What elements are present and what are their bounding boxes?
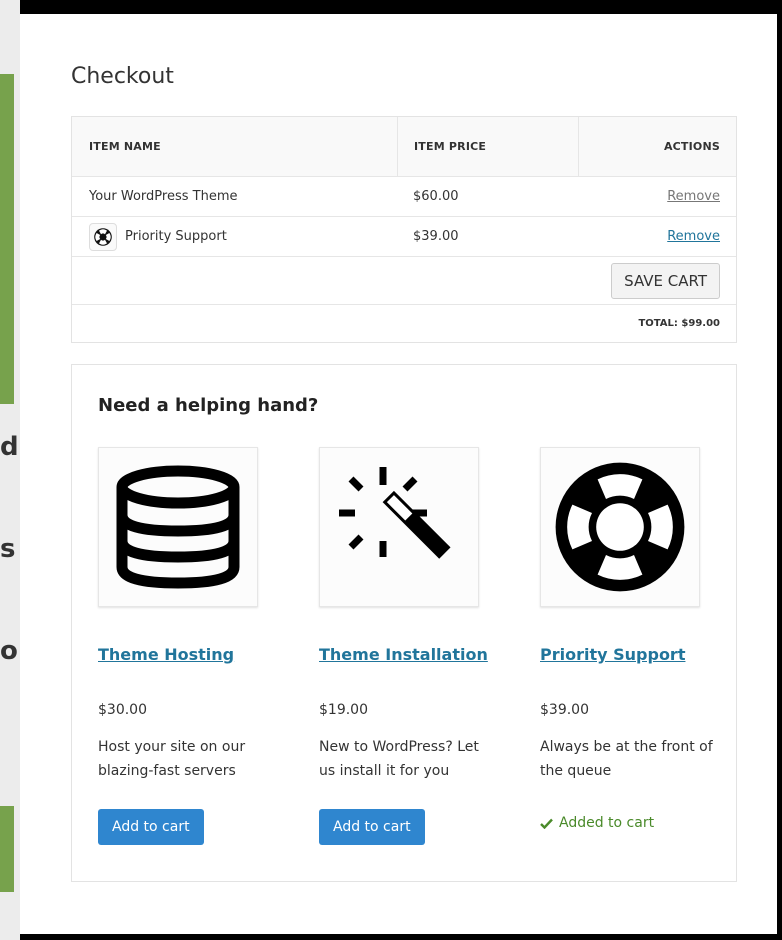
product-price: $30.00 — [98, 702, 147, 718]
background-page: d s o — [0, 0, 20, 940]
column-header-item-name: ITEM NAME — [89, 140, 161, 153]
added-to-cart-label: Added to cart — [559, 815, 655, 831]
table-row: Your WordPress Theme $60.00 Remove — [72, 177, 736, 217]
background-text: d — [0, 432, 19, 462]
product-name-link[interactable]: Theme Hosting — [98, 645, 234, 664]
magic-wand-icon — [339, 467, 451, 559]
add-to-cart-button[interactable]: Add to cart — [319, 809, 425, 845]
product-image[interactable] — [319, 447, 479, 607]
background-text: o — [0, 636, 18, 666]
page-title: Checkout — [71, 64, 174, 89]
add-to-cart-button[interactable]: Add to cart — [98, 809, 204, 845]
remove-link[interactable]: Remove — [667, 189, 720, 204]
added-to-cart-status: Added to cart — [540, 815, 654, 831]
upsell-panel: Need a helping hand? Theme Hosting $30.0… — [71, 364, 737, 882]
product-card: Theme Installation $19.00 New to WordPre… — [319, 447, 499, 845]
item-price: $39.00 — [413, 229, 459, 244]
checkout-modal: Checkout ITEM NAME ITEM PRICE ACTIONS Yo… — [20, 14, 777, 934]
item-name: Priority Support — [125, 229, 227, 244]
background-banner — [0, 74, 14, 404]
lifebuoy-icon — [555, 462, 685, 592]
item-name: Your WordPress Theme — [89, 189, 238, 204]
checkmark-icon — [540, 818, 553, 829]
product-image[interactable] — [540, 447, 700, 607]
product-card: Theme Hosting $30.00 Host your site on o… — [98, 447, 278, 845]
column-header-actions: ACTIONS — [663, 140, 720, 153]
product-name-link[interactable]: Priority Support — [540, 645, 685, 664]
product-card: Priority Support $39.00 Always be at the… — [540, 447, 720, 831]
cart-total: TOTAL: $99.00 — [638, 318, 720, 329]
product-price: $19.00 — [319, 702, 368, 718]
product-price: $39.00 — [540, 702, 589, 718]
table-row: Priority Support $39.00 Remove — [72, 217, 736, 257]
lifebuoy-icon — [89, 222, 117, 251]
background-banner — [0, 806, 14, 892]
product-name-link[interactable]: Theme Installation — [319, 645, 488, 664]
upsell-title: Need a helping hand? — [98, 395, 319, 416]
product-image[interactable] — [98, 447, 258, 607]
column-header-item-price: ITEM PRICE — [414, 140, 487, 153]
item-price: $60.00 — [413, 189, 459, 204]
background-text: s — [0, 534, 16, 564]
save-cart-button[interactable]: SAVE CART — [611, 262, 720, 299]
product-description: Host your site on our blazing-fast serve… — [98, 739, 246, 779]
save-row: SAVE CART — [72, 257, 736, 305]
table-header: ITEM NAME ITEM PRICE ACTIONS — [72, 117, 736, 177]
cart-table: ITEM NAME ITEM PRICE ACTIONS Your WordPr… — [71, 116, 737, 343]
product-description: New to WordPress? Let us install it for … — [319, 739, 479, 779]
total-row: TOTAL: $99.00 — [72, 305, 736, 342]
product-description: Always be at the front of the queue — [540, 739, 713, 779]
database-icon — [116, 465, 240, 589]
remove-link[interactable]: Remove — [667, 229, 720, 244]
